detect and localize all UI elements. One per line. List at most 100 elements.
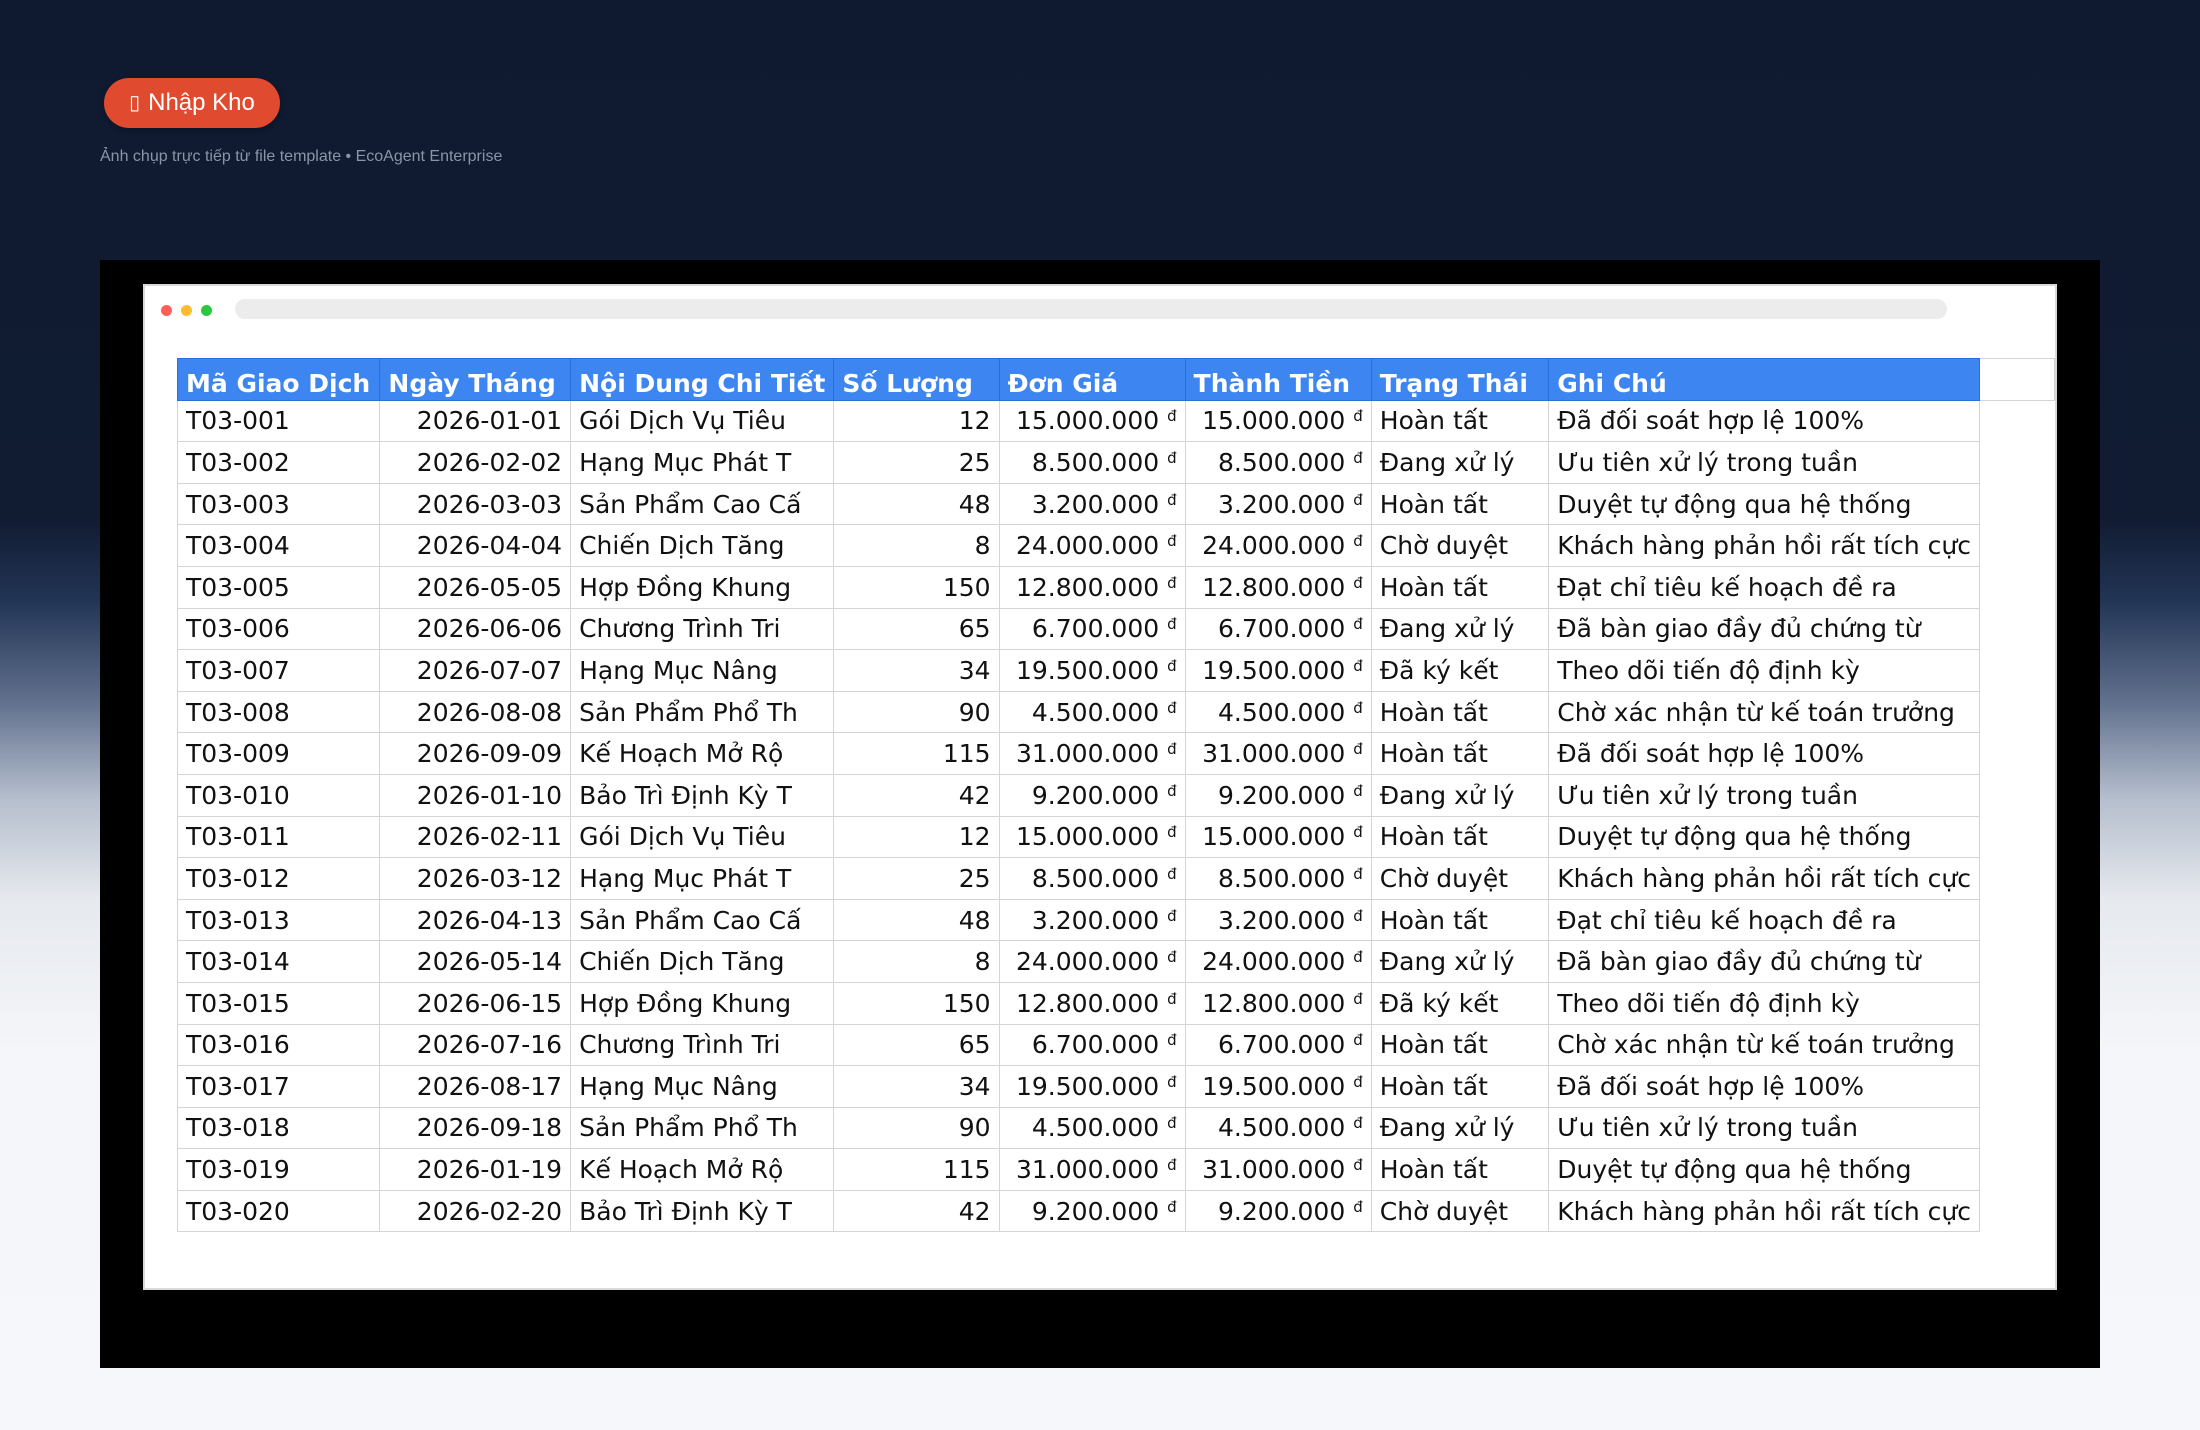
table-cell[interactable]: Ưu tiên xử lý trong tuần xyxy=(1548,1106,1980,1150)
maximize-dot-icon[interactable] xyxy=(201,305,212,316)
table-cell[interactable]: Chờ duyệt xyxy=(1370,1189,1550,1233)
table-cell[interactable]: Đang xử lý xyxy=(1370,441,1550,484)
table-cell[interactable]: 12 xyxy=(833,815,1000,859)
table-cell[interactable]: 12.800.000 đ xyxy=(1184,565,1372,609)
table-cell[interactable]: 2026-08-17 xyxy=(379,1065,572,1108)
table-cell[interactable]: 31.000.000 đ xyxy=(1184,1148,1372,1191)
table-cell[interactable]: Khách hàng phản hồi rất tích cực xyxy=(1548,857,1980,900)
table-cell[interactable]: Đang xử lý xyxy=(1370,773,1550,817)
table-cell[interactable]: Hạng Mục Phát T xyxy=(570,857,835,900)
table-cell[interactable]: T03-011 xyxy=(176,815,381,859)
table-cell[interactable]: 31.000.000 đ xyxy=(998,732,1186,775)
table-cell[interactable]: 6.700.000 đ xyxy=(998,1023,1186,1067)
table-cell[interactable]: 6.700.000 đ xyxy=(998,607,1186,651)
table-cell[interactable]: 2026-06-06 xyxy=(379,607,572,651)
table-cell[interactable]: 90 xyxy=(833,1106,1000,1150)
table-cell[interactable]: Kế Hoạch Mở Rộ xyxy=(570,732,835,775)
table-cell[interactable]: T03-020 xyxy=(176,1189,381,1233)
table-cell[interactable]: Hoàn tất xyxy=(1370,482,1550,526)
table-cell[interactable]: Chiến Dịch Tăng xyxy=(570,940,835,983)
nhap-kho-badge[interactable]: ▯ Nhập Kho xyxy=(104,78,280,128)
table-cell[interactable]: 8.500.000 đ xyxy=(1184,441,1372,484)
table-cell[interactable]: 19.500.000 đ xyxy=(1184,649,1372,692)
table-cell[interactable]: 2026-07-16 xyxy=(379,1023,572,1067)
empty-header-cell[interactable] xyxy=(1978,358,2056,401)
table-cell[interactable]: 15.000.000 đ xyxy=(1184,815,1372,859)
table-cell[interactable]: 4.500.000 đ xyxy=(998,690,1186,734)
table-cell[interactable]: Đã ký kết xyxy=(1370,649,1550,692)
header-cell[interactable]: Đơn Giá xyxy=(998,358,1186,401)
table-cell[interactable]: Chờ duyệt xyxy=(1370,857,1550,900)
table-cell[interactable]: 3.200.000 đ xyxy=(998,482,1186,526)
table-cell[interactable]: T03-009 xyxy=(176,732,381,775)
table-cell[interactable]: Duyệt tự động qua hệ thống xyxy=(1548,482,1980,526)
table-cell[interactable]: Hoàn tất xyxy=(1370,1148,1550,1191)
table-cell[interactable]: T03-001 xyxy=(176,399,381,443)
table-cell[interactable]: 2026-05-05 xyxy=(379,565,572,609)
table-cell[interactable]: 2026-02-11 xyxy=(379,815,572,859)
table-cell[interactable]: T03-007 xyxy=(176,649,381,692)
table-cell[interactable]: 150 xyxy=(833,981,1000,1025)
table-cell[interactable]: 2026-04-13 xyxy=(379,898,572,942)
table-cell[interactable]: 150 xyxy=(833,565,1000,609)
table-cell[interactable]: 65 xyxy=(833,1023,1000,1067)
table-cell[interactable]: Hoàn tất xyxy=(1370,565,1550,609)
table-cell[interactable]: T03-005 xyxy=(176,565,381,609)
table-cell[interactable]: Kế Hoạch Mở Rộ xyxy=(570,1148,835,1191)
table-cell[interactable]: 24.000.000 đ xyxy=(1184,524,1372,567)
address-bar[interactable] xyxy=(235,299,1947,319)
table-cell[interactable]: 2026-01-10 xyxy=(379,773,572,817)
table-cell[interactable]: 2026-06-15 xyxy=(379,981,572,1025)
table-cell[interactable]: 3.200.000 đ xyxy=(1184,482,1372,526)
table-cell[interactable]: 8.500.000 đ xyxy=(1184,857,1372,900)
table-cell[interactable]: Hoàn tất xyxy=(1370,690,1550,734)
table-cell[interactable]: 25 xyxy=(833,441,1000,484)
table-cell[interactable]: 19.500.000 đ xyxy=(1184,1065,1372,1108)
table-cell[interactable]: 6.700.000 đ xyxy=(1184,1023,1372,1067)
table-cell[interactable]: 2026-07-07 xyxy=(379,649,572,692)
table-cell[interactable]: 24.000.000 đ xyxy=(998,524,1186,567)
table-cell[interactable]: Hoàn tất xyxy=(1370,732,1550,775)
table-cell[interactable]: T03-008 xyxy=(176,690,381,734)
table-cell[interactable]: T03-017 xyxy=(176,1065,381,1108)
table-cell[interactable]: T03-013 xyxy=(176,898,381,942)
table-cell[interactable]: Ưu tiên xử lý trong tuần xyxy=(1548,441,1980,484)
table-cell[interactable]: Sản Phẩm Cao Cấ xyxy=(570,898,835,942)
table-cell[interactable]: T03-010 xyxy=(176,773,381,817)
header-cell[interactable]: Thành Tiền xyxy=(1184,358,1372,401)
table-cell[interactable]: T03-015 xyxy=(176,981,381,1025)
table-cell[interactable]: 9.200.000 đ xyxy=(1184,1189,1372,1233)
table-cell[interactable]: T03-003 xyxy=(176,482,381,526)
header-cell[interactable]: Mã Giao Dịch xyxy=(176,358,381,401)
table-cell[interactable]: 2026-02-02 xyxy=(379,441,572,484)
table-cell[interactable]: 8 xyxy=(833,524,1000,567)
table-cell[interactable]: 15.000.000 đ xyxy=(1184,399,1372,443)
table-cell[interactable]: 3.200.000 đ xyxy=(998,898,1186,942)
table-cell[interactable]: 3.200.000 đ xyxy=(1184,898,1372,942)
header-cell[interactable]: Ngày Tháng xyxy=(379,358,572,401)
table-cell[interactable]: Chờ xác nhận từ kế toán trưởng xyxy=(1548,1023,1980,1067)
table-cell[interactable]: Duyệt tự động qua hệ thống xyxy=(1548,1148,1980,1191)
table-cell[interactable]: 2026-09-09 xyxy=(379,732,572,775)
table-cell[interactable]: 9.200.000 đ xyxy=(1184,773,1372,817)
header-cell[interactable]: Ghi Chú xyxy=(1548,358,1980,401)
table-cell[interactable]: 2026-03-12 xyxy=(379,857,572,900)
table-cell[interactable]: 48 xyxy=(833,898,1000,942)
table-cell[interactable]: 6.700.000 đ xyxy=(1184,607,1372,651)
table-cell[interactable]: 9.200.000 đ xyxy=(998,1189,1186,1233)
table-cell[interactable]: 42 xyxy=(833,1189,1000,1233)
table-cell[interactable]: 2026-02-20 xyxy=(379,1189,572,1233)
table-cell[interactable]: Hạng Mục Nâng xyxy=(570,1065,835,1108)
table-cell[interactable]: 2026-08-08 xyxy=(379,690,572,734)
table-cell[interactable]: 2026-01-19 xyxy=(379,1148,572,1191)
table-cell[interactable]: T03-018 xyxy=(176,1106,381,1150)
table-cell[interactable]: Chương Trình Tri xyxy=(570,607,835,651)
table-cell[interactable]: Hoàn tất xyxy=(1370,898,1550,942)
table-cell[interactable]: 15.000.000 đ xyxy=(998,399,1186,443)
table-cell[interactable]: 12.800.000 đ xyxy=(1184,981,1372,1025)
table-cell[interactable]: 8 xyxy=(833,940,1000,983)
table-cell[interactable]: Hoàn tất xyxy=(1370,815,1550,859)
table-cell[interactable]: 4.500.000 đ xyxy=(998,1106,1186,1150)
table-cell[interactable]: 115 xyxy=(833,1148,1000,1191)
close-dot-icon[interactable] xyxy=(161,305,172,316)
